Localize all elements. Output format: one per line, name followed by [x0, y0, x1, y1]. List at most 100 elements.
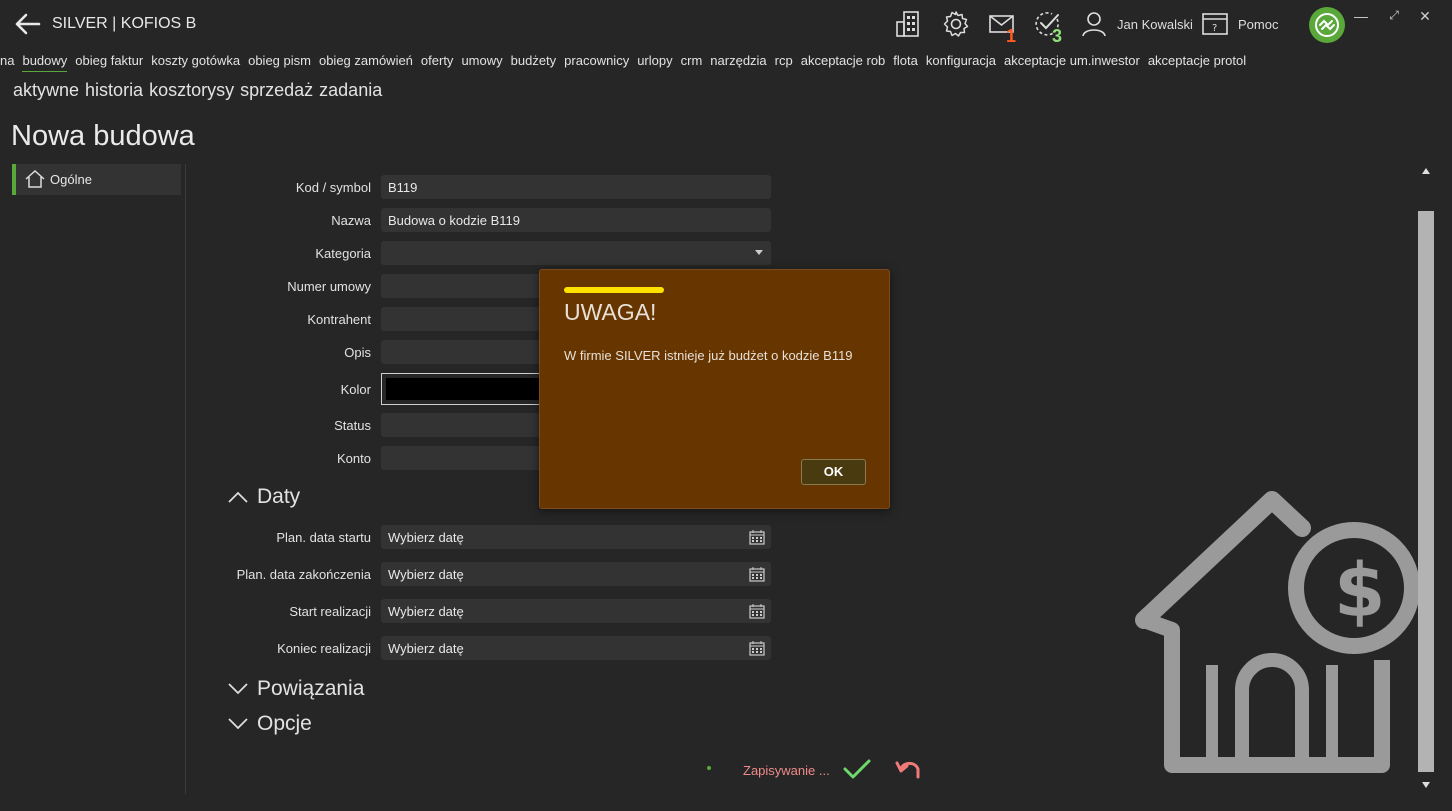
plan-end-row: Plan. data zakończenia Wybierz datę: [190, 562, 780, 586]
menu-item-18[interactable]: akceptacje protol: [1148, 53, 1246, 71]
sidebar-item-ogolne[interactable]: Ogólne: [12, 164, 181, 195]
saving-status: Zapisywanie ...: [743, 763, 830, 778]
minimize-button[interactable]: —: [1353, 8, 1369, 24]
undo-icon[interactable]: [894, 757, 922, 781]
menu-item-15[interactable]: flota: [893, 53, 918, 71]
tasks-count-badge: 3: [1052, 26, 1063, 46]
kategoria-select[interactable]: [381, 241, 771, 265]
app-title: SILVER | KOFIOS B: [52, 15, 197, 32]
chevron-down-icon: [228, 683, 248, 695]
help-label[interactable]: Pomoc: [1238, 17, 1278, 32]
gear-icon[interactable]: [941, 9, 971, 39]
dialog-accent-bar: [564, 287, 664, 293]
kod-row: Kod / symbol B119: [190, 175, 780, 199]
calendar-icon[interactable]: [749, 640, 765, 656]
menu-item-13[interactable]: rcp: [775, 53, 793, 71]
save-check-icon[interactable]: [843, 758, 871, 780]
menu-item-0[interactable]: na: [0, 53, 14, 71]
user-name[interactable]: Jan Kowalski: [1117, 17, 1193, 32]
svg-text:?: ?: [1212, 23, 1217, 34]
menu-item-14[interactable]: akceptacje rob: [801, 53, 886, 71]
numer-umowy-label: Numer umowy: [287, 279, 371, 294]
menu-item-8[interactable]: budżety: [511, 53, 557, 71]
calendar-icon[interactable]: [749, 529, 765, 545]
real-start-date-input[interactable]: Wybierz datę: [381, 599, 771, 623]
menu-item-9[interactable]: pracownicy: [564, 53, 629, 71]
buildings-icon[interactable]: [894, 9, 924, 39]
opcje-title: Opcje: [257, 712, 312, 735]
plan-end-label: Plan. data zakończenia: [236, 567, 371, 582]
sidebar-item-label: Ogólne: [50, 172, 92, 187]
kategoria-label: Kategoria: [315, 246, 371, 261]
menu-item-12[interactable]: narzędzia: [710, 53, 766, 71]
konto-label: Konto: [337, 451, 371, 466]
submenu-item-0[interactable]: aktywne: [13, 80, 79, 100]
submenu-item-3[interactable]: sprzedaż: [240, 80, 313, 100]
scroll-thumb[interactable]: [1418, 211, 1434, 772]
menu-item-4[interactable]: obieg pism: [248, 53, 311, 71]
dialog-ok-button[interactable]: OK: [801, 459, 866, 485]
plan-end-date-input[interactable]: Wybierz datę: [381, 562, 771, 586]
chevron-down-icon: [755, 250, 763, 255]
real-end-date-input[interactable]: Wybierz datę: [381, 636, 771, 660]
dialog-title: UWAGA!: [564, 299, 657, 325]
submenu-item-2[interactable]: kosztorysy: [149, 80, 234, 100]
scroll-down-icon[interactable]: [1422, 782, 1430, 788]
kolor-label: Kolor: [340, 382, 371, 397]
menu-item-5[interactable]: obieg zamówień: [319, 53, 413, 71]
plan-start-date-input[interactable]: Wybierz datę: [381, 525, 771, 549]
status-label: Status: [334, 418, 371, 433]
logo-glyph-icon: [1315, 13, 1339, 37]
back-arrow-icon[interactable]: [12, 10, 42, 38]
nazwa-input[interactable]: Budowa o kodzie B119: [381, 208, 771, 232]
mail-count-badge: 1: [1006, 26, 1017, 46]
vertical-scrollbar[interactable]: [1418, 164, 1434, 794]
dialog-message: W firmie SILVER istnieje już budżet o ko…: [564, 348, 853, 363]
powiazania-title: Powiązania: [257, 677, 365, 700]
submenu-item-4[interactable]: zadania: [319, 80, 382, 100]
real-start-row: Start realizacji Wybierz datę: [190, 599, 780, 623]
submenu-item-1[interactable]: historia: [85, 80, 143, 100]
menu-item-3[interactable]: koszty gotówka: [151, 53, 240, 71]
page-title: Nowa budowa: [11, 120, 195, 152]
help-window-icon[interactable]: ?: [1200, 9, 1230, 39]
menu-item-1[interactable]: budowy: [22, 53, 68, 72]
real-start-label: Start realizacji: [289, 604, 371, 619]
daty-title: Daty: [257, 485, 301, 508]
chevron-down-icon: [228, 718, 248, 730]
chevron-up-icon: [228, 491, 248, 503]
menu-item-17[interactable]: akceptacje um.inwestor: [1004, 53, 1140, 71]
calendar-icon[interactable]: [749, 566, 765, 582]
menu-item-11[interactable]: crm: [681, 53, 703, 71]
kontrahent-label: Kontrahent: [307, 312, 371, 327]
kategoria-row: Kategoria: [190, 241, 780, 265]
sidebar-divider: [185, 164, 186, 794]
menu-item-6[interactable]: oferty: [421, 53, 454, 71]
user-icon[interactable]: [1080, 9, 1110, 39]
plan-start-label: Plan. data startu: [276, 530, 371, 545]
nazwa-row: Nazwa Budowa o kodzie B119: [190, 208, 780, 232]
menu-item-2[interactable]: obieg faktur: [75, 53, 143, 71]
date-placeholder: Wybierz datę: [388, 530, 464, 545]
maximize-button[interactable]: ⤢: [1386, 8, 1402, 23]
close-button[interactable]: ✕: [1417, 8, 1433, 25]
warning-dialog: UWAGA! W firmie SILVER istnieje już budż…: [539, 269, 890, 509]
scroll-up-icon[interactable]: [1422, 168, 1430, 174]
menu-item-16[interactable]: konfiguracja: [926, 53, 996, 71]
kod-label: Kod / symbol: [295, 180, 371, 195]
saving-indicator-dot: [707, 766, 711, 770]
app-logo: [1309, 7, 1345, 43]
calendar-icon[interactable]: [749, 603, 765, 619]
main-menu: na budowy obieg faktur koszty gotówka obieg …: [0, 52, 1452, 72]
title-bar: SILVER | KOFIOS B 1 3 Jan Kowalski ? Pom…: [0, 0, 1452, 48]
house-dollar-icon: $: [1135, 491, 1420, 773]
kod-input[interactable]: B119: [381, 175, 771, 199]
menu-item-7[interactable]: umowy: [461, 53, 502, 71]
real-end-label: Koniec realizacji: [277, 641, 371, 656]
menu-item-10[interactable]: urlopy: [637, 53, 672, 71]
real-end-row: Koniec realizacji Wybierz datę: [190, 636, 780, 660]
sub-menu: aktywne historia kosztorysy sprzedaż zadania: [13, 80, 388, 104]
home-icon: [25, 170, 45, 188]
nazwa-label: Nazwa: [331, 213, 371, 228]
date-placeholder: Wybierz datę: [388, 641, 464, 656]
